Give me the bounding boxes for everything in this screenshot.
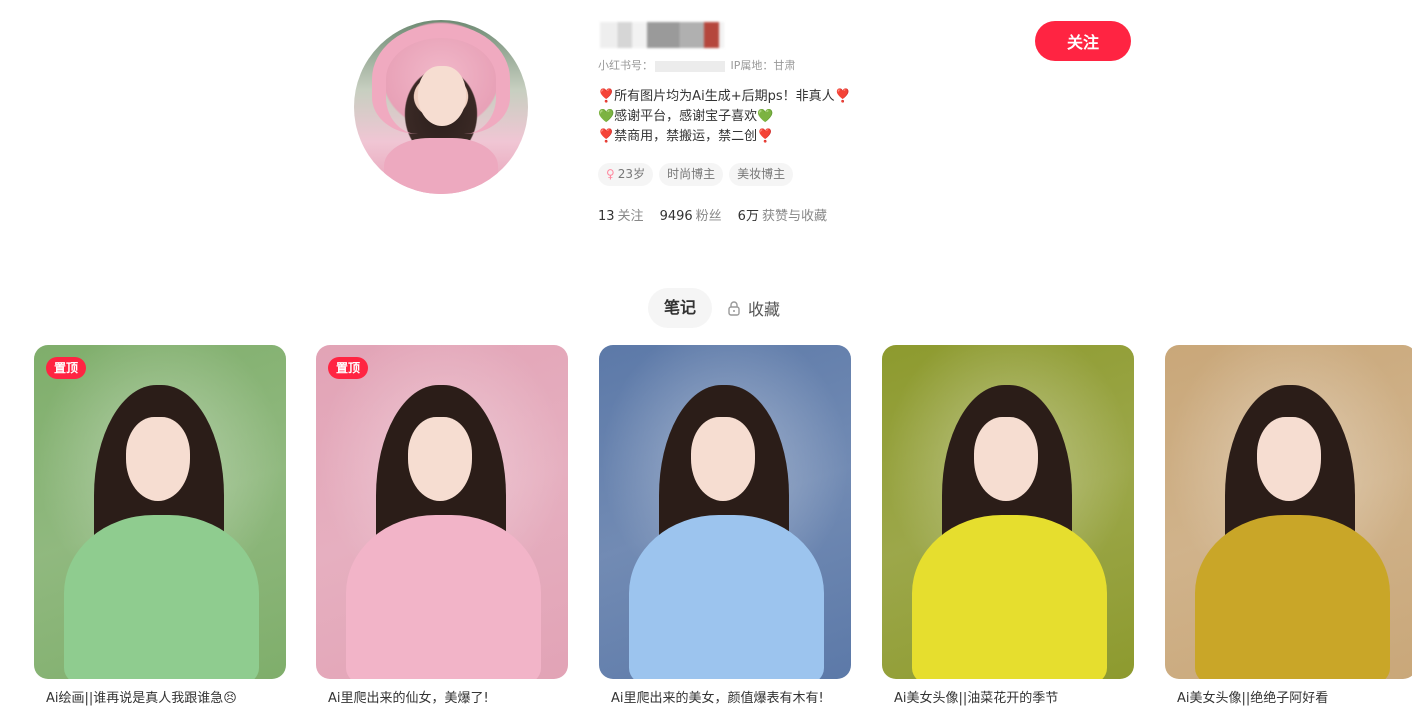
note-card[interactable]: Ai美女头像||绝绝子阿好看 [1165, 345, 1412, 719]
figure-sweater [1195, 515, 1390, 679]
note-cover-image[interactable] [882, 345, 1134, 679]
note-title[interactable]: Ai绘画||谁再说是真人我跟谁急😣 [34, 689, 286, 719]
note-cover-image[interactable] [599, 345, 851, 679]
likes-number: 6万 [737, 209, 759, 224]
profile-header: 小红书号： IP属地：甘肃 ❣️所有图片均为Ai生成+后期ps！非真人❣️ 💚感… [354, 20, 1134, 240]
tag-label: 时尚博主 [667, 167, 716, 181]
avatar-face [418, 66, 466, 126]
bio: ❣️所有图片均为Ai生成+后期ps！非真人❣️ 💚感谢平台，感谢宝子喜欢💚 ❣️… [598, 87, 851, 147]
following-number: 13 [598, 209, 615, 224]
figure-face [691, 417, 755, 501]
figure-sweater [629, 515, 824, 679]
figure-face [408, 417, 472, 501]
tag-label: 美妆博主 [737, 167, 786, 181]
note-cover-image[interactable]: 置顶 [34, 345, 286, 679]
note-title[interactable]: Ai里爬出来的美女，颜值爆表有木有! [599, 689, 851, 719]
note-title[interactable]: Ai美女头像||油菜花开的季节 [882, 689, 1134, 719]
note-card[interactable]: Ai里爬出来的美女，颜值爆表有木有! [599, 345, 851, 719]
likes-count: 6万 获赞与收藏 [738, 205, 827, 224]
pinned-badge: 置顶 [46, 357, 87, 379]
tab-label: 收藏 [748, 300, 781, 319]
followers-count[interactable]: 9496 粉丝 [660, 205, 722, 224]
figure-face [1257, 417, 1321, 501]
tag-label: 23岁 [617, 167, 646, 181]
note-card[interactable]: 置顶 Ai绘画||谁再说是真人我跟谁急😣 [34, 345, 286, 719]
id-line: 小红书号： IP属地：甘肃 [598, 57, 795, 73]
figure-sweater [346, 515, 541, 679]
profile-tags: ♀ 23岁 时尚博主 美妆博主 [598, 163, 794, 186]
figure-sweater [912, 515, 1107, 679]
followers-number: 9496 [659, 209, 693, 224]
following-label: 关注 [617, 209, 644, 224]
note-title[interactable]: Ai美女头像||绝绝子阿好看 [1165, 689, 1412, 719]
figure-face [974, 417, 1038, 501]
avatar[interactable] [354, 20, 528, 194]
tab-collections[interactable]: 收藏 [726, 296, 780, 320]
likes-label: 获赞与收藏 [761, 209, 827, 224]
user-name-redacted [600, 22, 724, 48]
followers-label: 粉丝 [695, 209, 722, 224]
note-cover-image[interactable]: 置顶 [316, 345, 568, 679]
figure-sweater [64, 515, 259, 679]
tag-age: ♀ 23岁 [598, 163, 654, 186]
pinned-badge: 置顶 [328, 357, 369, 379]
bio-line: ❣️所有图片均为Ai生成+后期ps！非真人❣️ [598, 89, 851, 104]
id-redacted [655, 60, 725, 72]
tab-notes[interactable]: 笔记 [648, 288, 713, 328]
ip-location: IP属地：甘肃 [730, 59, 796, 72]
note-card[interactable]: Ai美女头像||油菜花开的季节 [882, 345, 1134, 719]
profile-stats: 13 关注 9496 粉丝 6万 获赞与收藏 [598, 205, 827, 224]
tag-beauty: 美妆博主 [729, 163, 794, 186]
tag-fashion: 时尚博主 [659, 163, 724, 186]
follow-button[interactable]: 关注 [1035, 21, 1131, 61]
female-icon: ♀ [606, 167, 615, 181]
note-card[interactable]: 置顶 Ai里爬出来的仙女，美爆了! [316, 345, 568, 719]
avatar-sweater [384, 138, 498, 194]
content-tabs: 笔记 收藏 [648, 288, 780, 328]
bio-line: 💚感谢平台，感谢宝子喜欢💚 [598, 109, 774, 124]
lock-icon [728, 301, 740, 316]
note-title[interactable]: Ai里爬出来的仙女，美爆了! [316, 689, 568, 719]
bio-line: ❣️禁商用，禁搬运，禁二创❣️ [598, 129, 774, 144]
figure-face [126, 417, 190, 501]
following-count[interactable]: 13 关注 [598, 205, 644, 224]
note-cover-image[interactable] [1165, 345, 1412, 679]
id-label: 小红书号： [598, 59, 653, 72]
